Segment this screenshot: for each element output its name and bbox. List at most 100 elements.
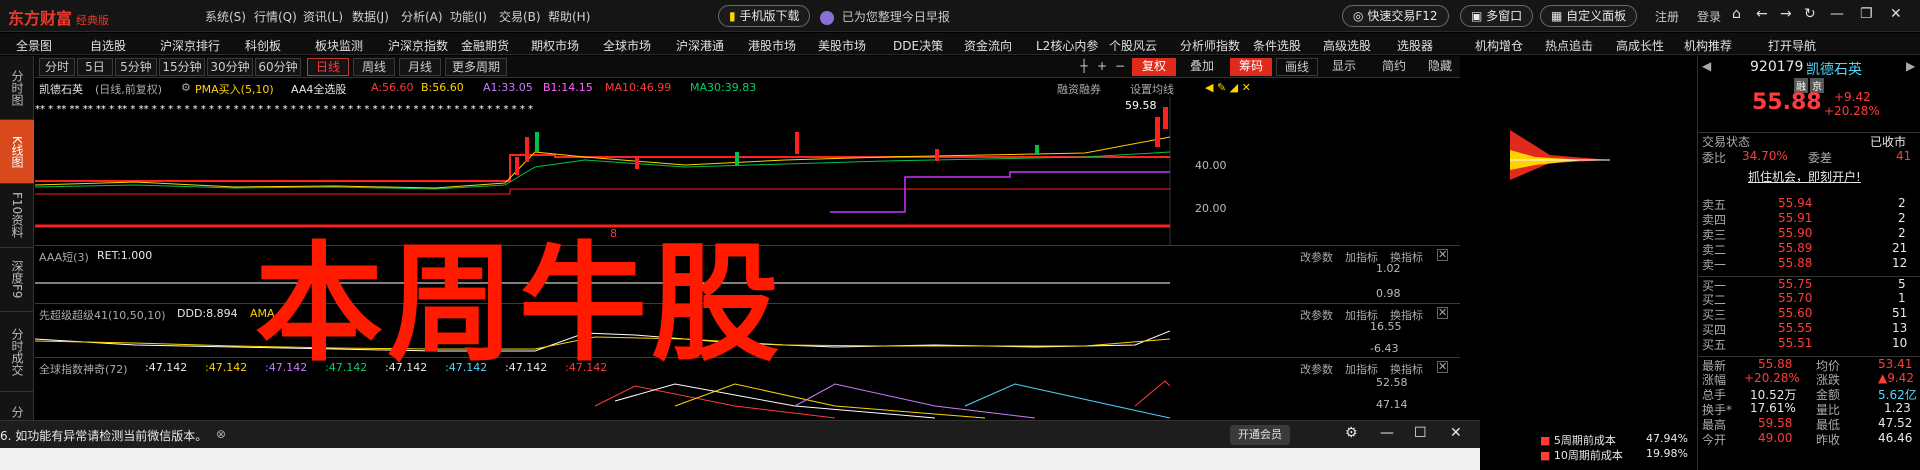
period-monthly[interactable]: 月线: [399, 58, 441, 76]
nav-ranking[interactable]: 沪深京排行: [160, 37, 220, 54]
nav-sector-monitor[interactable]: 板块监测: [315, 37, 363, 54]
panel3-add-indicator[interactable]: 加指标: [1345, 361, 1378, 377]
tab-intraday[interactable]: 分时图: [0, 56, 34, 120]
nav-growth[interactable]: 高成长性: [1616, 37, 1664, 54]
menu-data[interactable]: 数据(J): [352, 8, 401, 25]
restore-icon[interactable]: ❐: [1860, 6, 1873, 22]
notification-close-icon[interactable]: ⊗: [216, 427, 226, 441]
overlay-button[interactable]: 叠加: [1180, 58, 1224, 76]
nav-open-guide[interactable]: 打开导航: [1768, 37, 1816, 54]
menu-help[interactable]: 帮助(H): [548, 8, 597, 25]
refresh-icon[interactable]: ↻: [1804, 6, 1816, 22]
panel2-close-icon[interactable]: ✕: [1437, 307, 1449, 319]
login-link[interactable]: 登录: [1697, 8, 1721, 25]
settings-gear-icon[interactable]: ⚙: [1345, 425, 1358, 441]
ask-row[interactable]: 卖五 55.94 2: [1698, 196, 1920, 212]
promo-row[interactable]: 抓住机会，即刻开户!: [1698, 168, 1920, 185]
tab-kline[interactable]: K线图: [0, 120, 34, 184]
mobile-download-button[interactable]: ▮ 手机版下载: [718, 5, 811, 27]
indicator-pma[interactable]: PMA买入(5,10): [195, 81, 274, 97]
period-weekly[interactable]: 周线: [353, 58, 395, 76]
window-close-icon[interactable]: ✕: [1450, 425, 1462, 441]
nav-hk[interactable]: 港股市场: [748, 37, 796, 54]
open-account-promo[interactable]: 抓住机会，即刻开户!: [1748, 168, 1861, 185]
nav-advanced-select[interactable]: 高级选股: [1323, 37, 1371, 54]
bid-row[interactable]: 买一 55.75 5: [1698, 276, 1920, 293]
tab-intraday-trades[interactable]: 分时成交: [0, 312, 34, 392]
nav-options[interactable]: 期权市场: [531, 37, 579, 54]
panel3-close-icon[interactable]: ✕: [1437, 361, 1449, 373]
menu-quotes[interactable]: 行情(Q): [254, 8, 303, 25]
nav-analyst[interactable]: 分析师指数: [1180, 37, 1240, 54]
ask-row[interactable]: 卖一 55.88 12: [1698, 256, 1920, 272]
custom-panel-button[interactable]: ▦ 自定义面板: [1540, 5, 1638, 27]
simple-button[interactable]: 简约: [1372, 58, 1416, 76]
panel1-close-icon[interactable]: ✕: [1437, 249, 1449, 261]
chips-button[interactable]: 筹码: [1230, 58, 1272, 76]
tab-depth[interactable]: 深度F9: [0, 248, 34, 312]
home-icon[interactable]: ⌂: [1732, 6, 1741, 22]
next-stock-icon[interactable]: ▶: [1906, 59, 1915, 73]
period-more[interactable]: 更多周期: [445, 58, 507, 76]
panel1-edit-params[interactable]: 改参数: [1300, 249, 1333, 265]
period-5day[interactable]: 5日: [77, 58, 113, 76]
window-minimize-icon[interactable]: —: [1380, 425, 1394, 441]
period-daily[interactable]: 日线: [307, 58, 349, 76]
panel3-title[interactable]: 全球指数神奇(72): [39, 361, 128, 377]
nav-global[interactable]: 全球市场: [603, 37, 651, 54]
window-maximize-icon[interactable]: ☐: [1414, 425, 1427, 441]
menu-trade[interactable]: 交易(B): [499, 8, 548, 25]
morning-report-link[interactable]: 已为您整理今日早报: [820, 8, 950, 25]
period-5min[interactable]: 5分钟: [115, 58, 157, 76]
zoom-in-icon[interactable]: +: [1095, 58, 1109, 76]
back-icon[interactable]: ←: [1756, 6, 1768, 22]
period-60min[interactable]: 60分钟: [255, 58, 301, 76]
adjust-button[interactable]: 复权: [1132, 58, 1176, 76]
draw-line-button[interactable]: 画线: [1276, 58, 1318, 76]
nav-institution-add[interactable]: 机构增仓: [1475, 37, 1523, 54]
forward-icon[interactable]: →: [1780, 6, 1792, 22]
vip-button[interactable]: 开通会员: [1230, 425, 1290, 445]
quick-trade-button[interactable]: ◎ 快速交易F12: [1342, 5, 1449, 27]
display-button[interactable]: 显示: [1322, 58, 1366, 76]
nav-stock-news[interactable]: 个股风云: [1109, 37, 1157, 54]
nav-condition-select[interactable]: 条件选股: [1253, 37, 1301, 54]
bid-row[interactable]: 买五 55.51 10: [1698, 336, 1920, 352]
chart-tool-icons[interactable]: ◀ ✎ ◢ ✕: [1205, 81, 1251, 94]
nav-watchlist[interactable]: 自选股: [90, 37, 126, 54]
ask-row[interactable]: 卖二 55.89 21: [1698, 241, 1920, 257]
prev-stock-icon[interactable]: ◀: [1702, 59, 1711, 73]
menu-analysis[interactable]: 分析(A): [401, 8, 450, 25]
set-ma-link[interactable]: 设置均线: [1130, 81, 1174, 97]
crosshair-icon[interactable]: ┼: [1077, 58, 1091, 76]
nav-fund-flow[interactable]: 资金流向: [964, 37, 1012, 54]
nav-us[interactable]: 美股市场: [818, 37, 866, 54]
menu-functions[interactable]: 功能(I): [450, 8, 499, 25]
minimize-icon[interactable]: —: [1830, 6, 1844, 22]
bid-row[interactable]: 买四 55.55 13: [1698, 321, 1920, 337]
nav-connect[interactable]: 沪深港通: [676, 37, 724, 54]
nav-l2[interactable]: L2核心内参: [1036, 37, 1098, 54]
bid-row[interactable]: 买三 55.60 51: [1698, 306, 1920, 322]
panel1-add-indicator[interactable]: 加指标: [1345, 249, 1378, 265]
nav-index[interactable]: 沪深京指数: [388, 37, 448, 54]
panel3-edit-params[interactable]: 改参数: [1300, 361, 1333, 377]
multi-window-button[interactable]: ▣ 多窗口: [1460, 5, 1534, 27]
panel2-edit-params[interactable]: 改参数: [1300, 307, 1333, 323]
indicator-aa4[interactable]: AA4全选股: [291, 81, 346, 97]
bid-row[interactable]: 买二 55.70 1: [1698, 291, 1920, 307]
nav-screener[interactable]: 选股器: [1397, 37, 1433, 54]
ask-row[interactable]: 卖四 55.91 2: [1698, 211, 1920, 227]
nav-dde[interactable]: DDE决策: [893, 37, 943, 54]
register-link[interactable]: 注册: [1655, 8, 1679, 25]
tab-f10[interactable]: F10资料: [0, 184, 34, 248]
settings-icon[interactable]: ⚙: [181, 81, 191, 94]
nav-futures[interactable]: 金融期货: [461, 37, 509, 54]
period-intraday[interactable]: 分时: [39, 58, 75, 76]
app-logo[interactable]: 东方财富 经典版: [8, 5, 109, 29]
menu-system[interactable]: 系统(S): [205, 8, 254, 25]
ask-row[interactable]: 卖三 55.90 2: [1698, 226, 1920, 242]
nav-hot-chase[interactable]: 热点追击: [1545, 37, 1593, 54]
nav-star-market[interactable]: 科创板: [245, 37, 281, 54]
zoom-out-icon[interactable]: −: [1113, 58, 1127, 76]
